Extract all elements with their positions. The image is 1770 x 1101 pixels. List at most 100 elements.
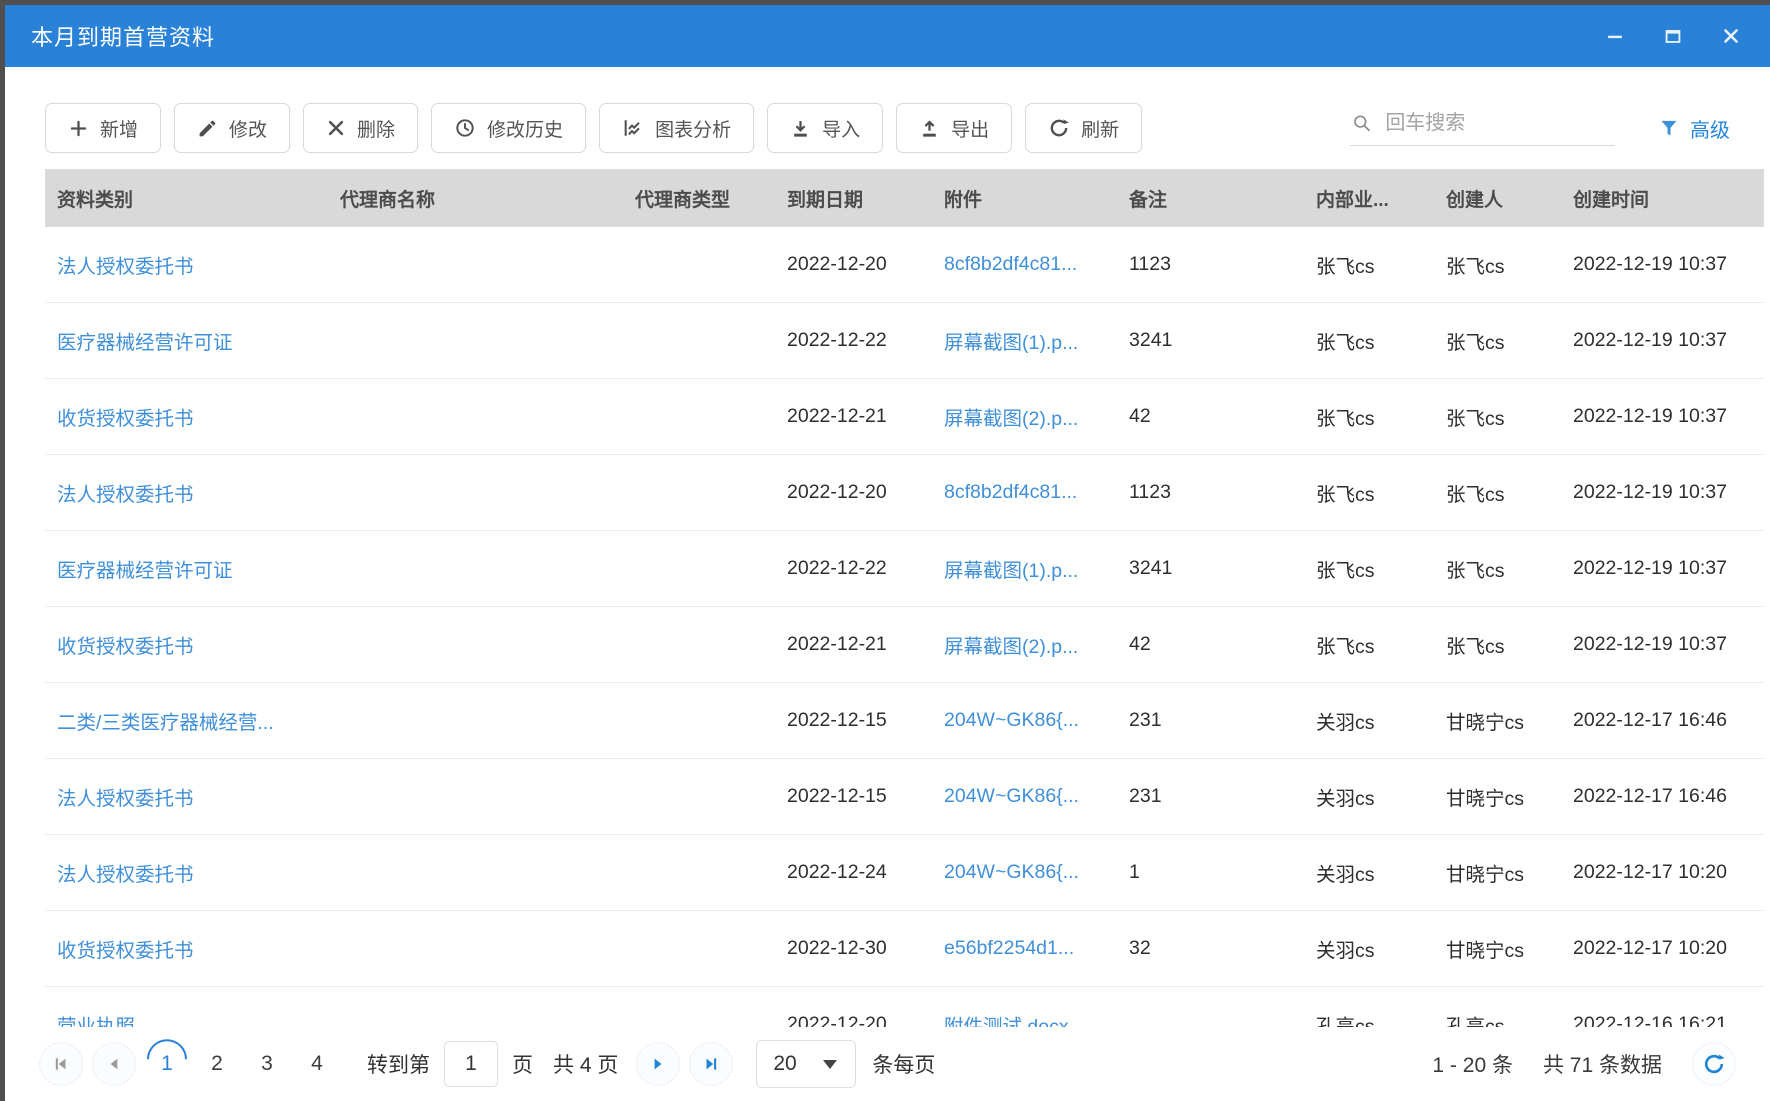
column-header-expire-date[interactable]: 到期日期 (775, 185, 932, 212)
cell-expire-date: 2022-12-30 (775, 937, 932, 960)
cell-creator: 张飞cs (1434, 478, 1561, 507)
table-row[interactable]: 法人授权委托书2022-12-15204W~GK86{...231关羽cs甘晓宁… (45, 759, 1764, 835)
reload-data-button[interactable] (1692, 1042, 1736, 1086)
table-row[interactable]: 法人授权委托书2022-12-208cf8b2df4c81...1123张飞cs… (45, 455, 1764, 531)
table-row[interactable]: 收货授权委托书2022-12-21屏幕截图(2).p...42张飞cs张飞cs2… (45, 607, 1764, 683)
cell-expire-date: 2022-12-21 (775, 405, 932, 428)
search-input[interactable] (1383, 111, 1613, 136)
chart-line-icon (622, 117, 644, 139)
refresh-icon (1048, 117, 1070, 139)
page-number-2[interactable]: 2 (195, 1052, 239, 1076)
chevron-down-icon (823, 1060, 837, 1069)
window-title: 本月到期首营资料 (31, 20, 215, 52)
cell-creator: 张飞cs (1434, 250, 1561, 279)
cell-category[interactable]: 收货授权委托书 (45, 630, 328, 659)
cell-category[interactable]: 法人授权委托书 (45, 478, 328, 507)
cell-category[interactable]: 收货授权委托书 (45, 402, 328, 431)
cell-expire-date: 2022-12-20 (775, 253, 932, 276)
cell-attachment[interactable]: 屏幕截图(1).p... (932, 554, 1117, 583)
minimize-icon (1604, 25, 1626, 47)
column-header-created-time[interactable]: 创建时间 (1561, 185, 1764, 212)
table-row[interactable]: 法人授权委托书 2022-12-208cf8b2df4c81...1123 张飞cs… (45, 227, 1764, 303)
column-header-creator[interactable]: 创建人 (1434, 185, 1561, 212)
column-header-attachment[interactable]: 附件 (932, 185, 1117, 212)
cell-remark: 3241 (1117, 557, 1304, 580)
cell-expire-date: 2022-12-20 (775, 481, 932, 504)
table-row[interactable]: 医疗器械经营许可证2022-12-22屏幕截图(1).p...3241张飞cs张… (45, 303, 1764, 379)
cell-internal-business: 关羽cs (1304, 858, 1434, 887)
import-down-icon (790, 118, 811, 139)
cell-attachment[interactable]: e56bf2254d1... (932, 937, 1117, 960)
cell-created-time: 2022-12-19 10:37 (1561, 481, 1764, 504)
cell-attachment[interactable]: 屏幕截图(2).p... (932, 630, 1117, 659)
cell-category[interactable]: 医疗器械经营许可证 (45, 326, 328, 355)
export-up-icon (919, 118, 940, 139)
column-header-internal-business[interactable]: 内部业... (1304, 185, 1434, 212)
chart-analysis-button[interactable]: 图表分析 (599, 103, 754, 153)
cell-attachment[interactable]: 屏幕截图(2).p... (932, 402, 1117, 431)
toolbar: 新增 修改 删除 修改历史 图表分析 导入 导出 刷新 (5, 103, 1770, 153)
table-row[interactable]: 二类/三类医疗器械经营...2022-12-15204W~GK86{...231… (45, 683, 1764, 759)
close-button[interactable] (1720, 25, 1742, 47)
page-number-1[interactable]: 1 (145, 1052, 189, 1076)
last-page-icon (702, 1055, 720, 1073)
import-button[interactable]: 导入 (767, 103, 883, 153)
cell-attachment[interactable]: 附件测试.docx (932, 1010, 1117, 1027)
refresh-button[interactable]: 刷新 (1025, 103, 1142, 153)
search-box (1350, 111, 1615, 146)
edit-button[interactable]: 修改 (174, 103, 290, 153)
table-row[interactable]: 营业执照2022-12-20附件测试.docx孔亮cs孔亮cs2022-12-1… (45, 987, 1764, 1027)
cell-creator: 孔亮cs (1434, 1010, 1561, 1027)
advanced-search-button[interactable]: 高级 (1659, 114, 1730, 143)
maximize-button[interactable] (1662, 25, 1684, 47)
cell-attachment[interactable]: 204W~GK86{... (932, 709, 1117, 732)
table-row[interactable]: 医疗器械经营许可证2022-12-22屏幕截图(1).p...3241张飞cs张… (45, 531, 1764, 607)
add-button-label: 新增 (100, 115, 138, 142)
prev-page-button[interactable] (92, 1042, 136, 1086)
table-row[interactable]: 收货授权委托书2022-12-30e56bf2254d1...32关羽cs甘晓宁… (45, 911, 1764, 987)
cell-attachment[interactable]: 屏幕截图(1).p... (932, 326, 1117, 355)
column-header-agent-type[interactable]: 代理商类型 (623, 185, 775, 212)
goto-page-input[interactable] (444, 1041, 498, 1087)
cell-attachment[interactable]: 204W~GK86{... (932, 861, 1117, 884)
cell-internal-business: 张飞cs (1304, 326, 1434, 355)
delete-button[interactable]: 删除 (303, 103, 418, 153)
cell-remark: 1123 (1117, 253, 1304, 276)
cell-remark: 1 (1117, 861, 1304, 884)
page-size-select[interactable]: 20 (756, 1040, 856, 1088)
cell-attachment[interactable]: 204W~GK86{... (932, 785, 1117, 808)
pagination-bar: 1234 转到第 页 共 4 页 20 条每页 1 - 20 条 共 71 条数… (5, 1027, 1770, 1101)
add-button[interactable]: 新增 (45, 103, 161, 153)
cell-expire-date: 2022-12-24 (775, 861, 932, 884)
cell-attachment[interactable]: 8cf8b2df4c81... (932, 253, 1117, 276)
table-row[interactable]: 法人授权委托书2022-12-24204W~GK86{...1关羽cs甘晓宁cs… (45, 835, 1764, 911)
page-number-4[interactable]: 4 (295, 1052, 339, 1076)
page-unit-label: 页 (512, 1049, 533, 1079)
cell-created-time: 2022-12-17 16:46 (1561, 785, 1764, 808)
column-header-remark[interactable]: 备注 (1117, 185, 1304, 212)
history-button[interactable]: 修改历史 (431, 103, 586, 153)
column-header-agent-name[interactable]: 代理商名称 (328, 185, 623, 212)
data-table: 资料类别代理商名称代理商类型到期日期附件备注内部业...创建人创建时间 法人授权… (45, 169, 1764, 1027)
cell-category[interactable]: 二类/三类医疗器械经营... (45, 706, 328, 735)
pagination-summary: 1 - 20 条 共 71 条数据 (1432, 1042, 1736, 1086)
cell-internal-business: 张飞cs (1304, 630, 1434, 659)
cell-attachment[interactable]: 8cf8b2df4c81... (932, 481, 1117, 504)
edit-button-label: 修改 (229, 115, 267, 142)
cell-category[interactable]: 法人授权委托书 (45, 250, 328, 279)
cell-category[interactable]: 收货授权委托书 (45, 934, 328, 963)
cell-category[interactable]: 医疗器械经营许可证 (45, 554, 328, 583)
table-row[interactable]: 收货授权委托书2022-12-21屏幕截图(2).p...42张飞cs张飞cs2… (45, 379, 1764, 455)
page-number-3[interactable]: 3 (245, 1052, 289, 1076)
first-page-button[interactable] (39, 1042, 83, 1086)
cell-category[interactable]: 营业执照 (45, 1010, 328, 1027)
export-button[interactable]: 导出 (896, 103, 1012, 153)
minimize-button[interactable] (1604, 25, 1626, 47)
column-header-category[interactable]: 资料类别 (45, 185, 328, 212)
next-page-button[interactable] (636, 1042, 680, 1086)
cell-category[interactable]: 法人授权委托书 (45, 858, 328, 887)
last-page-button[interactable] (689, 1042, 733, 1086)
total-pages-label: 共 4 页 (553, 1049, 618, 1079)
cell-category[interactable]: 法人授权委托书 (45, 782, 328, 811)
reload-icon (1702, 1052, 1726, 1076)
